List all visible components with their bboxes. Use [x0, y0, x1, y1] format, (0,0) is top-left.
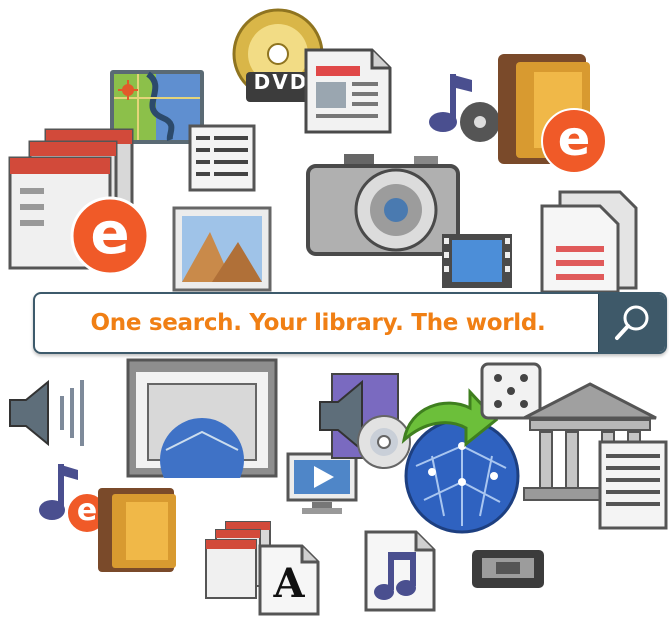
font-letter: A [273, 560, 305, 607]
speaker-audio-icon [9, 379, 84, 447]
ebook-badge-letter-left: e [90, 199, 130, 267]
search-tagline[interactable]: One search. Your library. The world. [35, 294, 601, 352]
web-page-globe-icon [126, 358, 278, 478]
book-icon [98, 488, 176, 572]
ebook-badge-letter: e [557, 111, 591, 167]
vhs-tape-icon [472, 550, 544, 588]
camera-icon [306, 154, 460, 256]
search-icon [615, 305, 649, 340]
article-document-icon [304, 48, 392, 134]
video-monitor-icon [286, 452, 358, 514]
film-strip-icon [442, 234, 512, 288]
search-button[interactable] [598, 294, 665, 352]
music-document-icon [364, 530, 436, 612]
image-icon [172, 206, 272, 292]
list-document-icon [598, 440, 668, 530]
text-document-icon [540, 190, 638, 292]
search-bar[interactable]: One search. Your library. The world. [33, 292, 667, 354]
spreadsheet-icon [188, 124, 256, 192]
